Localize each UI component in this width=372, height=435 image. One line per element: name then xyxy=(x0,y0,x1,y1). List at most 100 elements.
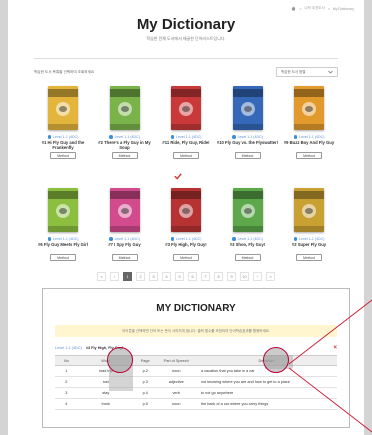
page-title: My Dictionary xyxy=(136,16,236,33)
method-button[interactable]: Method xyxy=(234,152,261,159)
book-card[interactable]: Level 1-1 (4DC) #6 Fly Guy Meets Fly Girl… xyxy=(34,188,92,278)
book-title[interactable]: #2 There's a Fly Guy in My Soup xyxy=(94,140,156,150)
book-card[interactable]: Level 1-1 (4DC) #11 Ride, Fly Guy, Ride! M… xyxy=(157,86,215,176)
cell-pos: adjective xyxy=(156,376,196,388)
pagination-page[interactable]: 4 xyxy=(162,272,171,281)
pagination-page[interactable]: 2 xyxy=(136,272,145,281)
book-level: Level 1-1 (4DC) xyxy=(47,135,79,139)
method-button[interactable]: Method xyxy=(50,152,76,159)
level-dot-icon xyxy=(47,237,52,241)
pagination-last[interactable]: » xyxy=(266,272,275,281)
word-table: No Word Page Part of Speech Definition 1… xyxy=(55,355,337,410)
method-button[interactable]: Method xyxy=(296,254,322,261)
book-card[interactable]: Level 1-1 (4DC) #9 Buzz Boy And Fly Guy Me… xyxy=(280,86,338,176)
method-button[interactable]: Method xyxy=(234,254,261,261)
cell-no: 2 xyxy=(55,376,78,388)
level-dot-icon xyxy=(170,135,175,139)
book-level-label: Level 1-1 (4DC) xyxy=(299,237,325,241)
divider xyxy=(34,58,338,59)
book-level-label: Level 1-1 (4DC) xyxy=(176,237,202,241)
cell-page: p.3 xyxy=(133,376,157,388)
cover-title-band xyxy=(171,89,201,97)
book-card[interactable]: Level 1-1 (4DC) #10 Fly Guy vs. the Flysw… xyxy=(217,86,279,176)
cover-footer xyxy=(48,226,78,232)
cover-footer xyxy=(232,124,263,130)
book-cover[interactable] xyxy=(232,86,263,130)
book-cover[interactable] xyxy=(294,86,324,130)
level-dot-icon xyxy=(109,237,113,241)
dictionary-book-info: Level 1-1 (4DC) #3 Fly High, Fly Guy! × xyxy=(55,344,337,352)
cell-word: trunk xyxy=(77,398,134,410)
book-card[interactable]: Level 1-1 (4DC) #3 Shoo, Fly Guy! Method xyxy=(219,188,277,278)
pagination-page[interactable]: 7 xyxy=(201,272,210,281)
definition-hide-toggle[interactable] xyxy=(263,347,289,373)
dictionary-note: 아이콘을 선택하면 단어 또는 뜻이 사라지게 됩니다. 클릭 횟수를 조정하여… xyxy=(55,325,337,337)
book-cover[interactable] xyxy=(171,188,201,232)
method-button[interactable]: Method xyxy=(111,254,138,261)
pagination-page[interactable]: 10 xyxy=(240,272,249,281)
pagination-page[interactable]: 6 xyxy=(188,272,197,281)
breadcrumb-item[interactable]: My Dictionary xyxy=(333,7,354,11)
pagination-prev[interactable]: ‹ xyxy=(110,272,119,281)
book-title[interactable]: #7 I Spy Fly Guy xyxy=(94,242,156,252)
pagination-page[interactable]: 3 xyxy=(149,272,158,281)
book-level-label: Level 1-1 (4DC) xyxy=(176,135,202,139)
pagination-page[interactable]: 1 xyxy=(123,272,132,281)
home-icon[interactable] xyxy=(291,6,296,11)
page-subtitle: 학습한 전체 도서에서 채굴한 단어리스트입니다. xyxy=(146,36,226,41)
pagination-page[interactable]: 5 xyxy=(175,272,184,281)
book-title[interactable]: #10 Fly Guy vs. the Flyswatter! xyxy=(217,140,279,150)
level-dot-icon xyxy=(293,135,298,139)
book-level-label: Level 1-1 (4DC) xyxy=(53,135,79,139)
book-cover[interactable] xyxy=(171,86,201,130)
pagination-page[interactable]: 9 xyxy=(227,272,236,281)
sort-select[interactable]: 학습한 도서 정렬 xyxy=(276,67,338,77)
book-cover[interactable] xyxy=(48,188,78,232)
book-card[interactable]: Level 1-1 (4DC) #2 There's a Fly Guy in M… xyxy=(96,86,154,176)
fly-guy-illustration xyxy=(56,102,70,116)
book-cover[interactable] xyxy=(109,188,140,232)
book-title[interactable]: #3 Shoo, Fly Guy! xyxy=(217,242,279,252)
book-card[interactable]: Level 1-1 (4DC) #2 Super Fly Guy Method xyxy=(280,188,338,278)
book-card[interactable]: Level 1-1 (4DC) #1 Hi Fly Guy and the Fra… xyxy=(34,86,92,176)
cover-footer xyxy=(232,226,263,232)
book-title[interactable]: #9 Buzz Boy And Fly Guy xyxy=(278,140,340,150)
word-hide-toggle[interactable] xyxy=(107,347,133,373)
book-title[interactable]: #6 Fly Guy Meets Fly Girl xyxy=(32,242,94,252)
dictionary-title: MY DICTIONARY xyxy=(156,303,236,314)
book-cover[interactable] xyxy=(294,188,324,232)
column-header-page: Page xyxy=(133,355,157,366)
book-cover[interactable] xyxy=(48,86,78,130)
book-title[interactable]: #1 Hi Fly Guy and the Frankenfly xyxy=(32,140,94,150)
book-cover[interactable] xyxy=(232,188,263,232)
method-button[interactable]: Method xyxy=(111,152,138,159)
method-button[interactable]: Method xyxy=(173,254,199,261)
fly-guy-illustration xyxy=(302,204,316,218)
pagination-next[interactable]: › xyxy=(253,272,262,281)
method-button[interactable]: Method xyxy=(50,254,76,261)
method-button[interactable]: Method xyxy=(296,152,322,159)
pagination-page[interactable]: 8 xyxy=(214,272,223,281)
book-card[interactable]: Level 1-1 (4DC) #7 I Spy Fly Guy Method xyxy=(96,188,154,278)
cover-title-band xyxy=(294,191,324,199)
fly-guy-illustration xyxy=(179,102,193,116)
close-icon[interactable]: × xyxy=(333,345,337,351)
fly-guy-illustration xyxy=(240,204,255,218)
book-title[interactable]: #2 Super Fly Guy xyxy=(278,242,340,252)
book-level-label: Level 1-1 (4DC) xyxy=(237,135,263,139)
book-title[interactable]: #11 Ride, Fly Guy, Ride! xyxy=(155,140,217,150)
book-cover[interactable] xyxy=(109,86,140,130)
cover-footer xyxy=(294,124,324,130)
cell-no: 3 xyxy=(55,387,78,399)
book-title[interactable]: #3 Fly High, Fly Guy! xyxy=(155,242,217,252)
cell-definition: to not go anywhere xyxy=(195,387,337,399)
book-level: Level 1-1 (4DC) xyxy=(232,237,263,241)
pagination-first[interactable]: « xyxy=(97,272,106,281)
filter-instruction: 학습한 도서 목록을 선택하여 조회하세요 xyxy=(34,69,95,74)
book-level-label: Level 1-1 (4DC) xyxy=(114,237,140,241)
book-card[interactable]: Level 1-1 (4DC) #3 Fly High, Fly Guy! Meth… xyxy=(157,188,215,278)
fly-guy-illustration xyxy=(302,102,316,116)
method-button[interactable]: Method xyxy=(173,152,199,159)
my-dictionary-panel: MY DICTIONARY 아이콘을 선택하면 단어 또는 뜻이 사라지게 됩니… xyxy=(42,288,350,428)
breadcrumb-item[interactable]: 나의 추천도서 xyxy=(304,6,324,11)
